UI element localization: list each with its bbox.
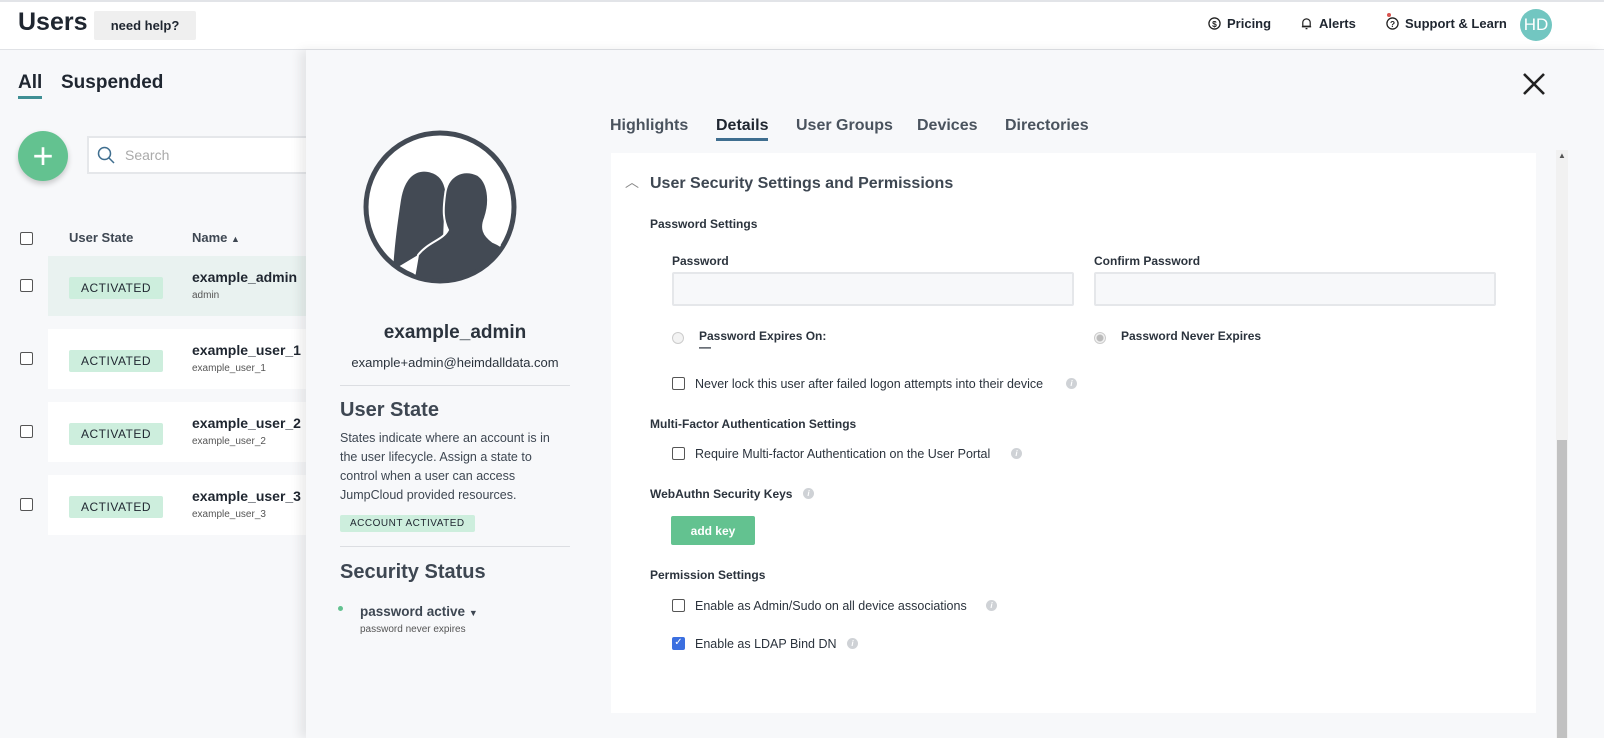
dollar-circle-icon: $ bbox=[1208, 17, 1221, 30]
tab-user-groups[interactable]: User Groups bbox=[796, 117, 893, 135]
password-settings-heading: Password Settings bbox=[650, 217, 758, 231]
info-icon[interactable]: i bbox=[986, 600, 997, 611]
password-never-expires-label: Password Never Expires bbox=[1121, 329, 1262, 343]
password-label: Password bbox=[672, 254, 729, 268]
caret-down-icon: ▼ bbox=[468, 608, 478, 618]
scroll-up-icon[interactable]: ▲ bbox=[1558, 151, 1566, 160]
tab-suspended[interactable]: Suspended bbox=[61, 72, 163, 94]
bell-icon bbox=[1301, 18, 1312, 30]
password-expires-radio[interactable] bbox=[672, 332, 684, 344]
add-key-button[interactable]: add key bbox=[671, 516, 755, 545]
close-icon[interactable] bbox=[1521, 71, 1547, 97]
profile-email: example+admin@heimdalldata.com bbox=[351, 355, 559, 370]
password-expires-value: — bbox=[699, 340, 711, 354]
divider bbox=[340, 546, 570, 547]
profile-name: example_admin bbox=[383, 322, 527, 343]
mfa-label: Require Multi-factor Authentication on t… bbox=[695, 447, 991, 461]
account-state-badge[interactable]: ACCOUNT ACTIVATED bbox=[340, 515, 475, 532]
nav-label: Support & Learn bbox=[1405, 16, 1507, 31]
user-name-cell: example_user_1 example_user_1 bbox=[192, 342, 301, 374]
chevron-up-icon[interactable]: ︿ bbox=[625, 172, 639, 192]
user-name-cell: example_adminadmin bbox=[192, 269, 297, 301]
sort-asc-icon: ▲ bbox=[231, 234, 240, 244]
admin-sudo-checkbox[interactable] bbox=[672, 599, 685, 612]
info-icon[interactable]: i bbox=[1011, 448, 1022, 459]
never-lock-label: Never lock this user after failed logon … bbox=[695, 377, 1044, 391]
user-name[interactable]: example_user_2 bbox=[192, 415, 301, 431]
user-name[interactable]: example_admin bbox=[192, 269, 297, 285]
svg-text:$: $ bbox=[1212, 19, 1217, 29]
permission-settings-heading: Permission Settings bbox=[650, 568, 766, 582]
details-card bbox=[611, 153, 1536, 713]
password-never-expires-radio[interactable] bbox=[1094, 332, 1106, 344]
user-name[interactable]: example_user_1 bbox=[192, 342, 301, 358]
status-dot bbox=[338, 606, 343, 611]
confirm-password-input[interactable] bbox=[1094, 272, 1496, 306]
question-circle-icon: ? bbox=[1386, 17, 1399, 30]
search-icon bbox=[97, 146, 115, 164]
password-status-sub: password never expires bbox=[360, 624, 466, 635]
webauthn-heading: WebAuthn Security Keys bbox=[650, 487, 793, 501]
add-user-button[interactable]: + bbox=[18, 131, 68, 181]
password-input[interactable] bbox=[672, 272, 1074, 306]
tab-directories[interactable]: Directories bbox=[1005, 117, 1089, 135]
user-username: admin bbox=[192, 290, 220, 301]
section-title[interactable]: User Security Settings and Permissions bbox=[650, 175, 953, 193]
scrollbar-thumb[interactable] bbox=[1557, 440, 1567, 738]
user-state-badge: ACTIVATED bbox=[69, 277, 164, 299]
user-state-description: States indicate where an account is in t… bbox=[340, 431, 550, 502]
svg-text:?: ? bbox=[1390, 19, 1395, 29]
tab-highlights[interactable]: Highlights bbox=[610, 117, 688, 135]
user-state-badge: ACTIVATED bbox=[69, 350, 164, 372]
column-user-state[interactable]: User State bbox=[69, 230, 133, 245]
password-expires-label: Password Expires On: bbox=[699, 329, 827, 343]
user-name-cell: example_user_3 example_user_3 bbox=[192, 488, 301, 520]
user-avatar-placeholder-icon bbox=[363, 130, 517, 284]
nav-pricing[interactable]: $ Pricing bbox=[1208, 16, 1271, 31]
tab-all[interactable]: All bbox=[18, 72, 43, 99]
user-avatar[interactable]: HD bbox=[1520, 9, 1552, 41]
user-name[interactable]: example_user_3 bbox=[192, 488, 301, 504]
nav-support[interactable]: ? Support & Learn bbox=[1386, 16, 1507, 31]
row-checkbox[interactable] bbox=[20, 279, 33, 292]
user-name-cell: example_user_2 example_user_2 bbox=[192, 415, 301, 447]
nav-alerts[interactable]: Alerts bbox=[1300, 16, 1356, 31]
column-label: Name bbox=[192, 230, 228, 245]
row-checkbox[interactable] bbox=[20, 352, 33, 365]
nav-label: Alerts bbox=[1319, 16, 1356, 31]
search-input[interactable]: Search bbox=[87, 136, 327, 174]
tab-details[interactable]: Details bbox=[716, 117, 769, 141]
ldap-bind-label: Enable as LDAP Bind DN bbox=[695, 637, 837, 651]
mfa-heading: Multi-Factor Authentication Settings bbox=[650, 417, 857, 431]
info-icon[interactable]: i bbox=[803, 488, 814, 499]
security-status-title: Security Status bbox=[340, 561, 486, 583]
user-state-badge: ACTIVATED bbox=[69, 423, 164, 445]
password-status-label: password active bbox=[360, 604, 466, 619]
password-status-dropdown[interactable]: password active ▼ bbox=[360, 604, 478, 619]
info-icon[interactable]: i bbox=[1066, 378, 1077, 389]
column-name[interactable]: Name ▲ bbox=[192, 230, 240, 245]
info-icon[interactable]: i bbox=[847, 638, 858, 649]
user-state-badge: ACTIVATED bbox=[69, 496, 164, 518]
never-lock-checkbox[interactable] bbox=[672, 377, 685, 390]
search-placeholder: Search bbox=[125, 147, 170, 163]
ldap-bind-checkbox[interactable]: ✓ bbox=[672, 637, 685, 650]
page-title: Users bbox=[18, 8, 88, 36]
admin-sudo-label: Enable as Admin/Sudo on all device assoc… bbox=[695, 599, 967, 613]
confirm-password-label: Confirm Password bbox=[1094, 254, 1201, 268]
user-state-title: User State bbox=[340, 399, 439, 421]
top-bar bbox=[0, 0, 1604, 50]
row-checkbox[interactable] bbox=[20, 498, 33, 511]
tab-devices[interactable]: Devices bbox=[917, 117, 978, 135]
divider bbox=[340, 385, 570, 386]
user-username: example_user_3 bbox=[192, 509, 266, 520]
mfa-checkbox[interactable] bbox=[672, 447, 685, 460]
select-all-checkbox[interactable] bbox=[20, 232, 33, 245]
nav-label: Pricing bbox=[1227, 16, 1272, 31]
need-help-button[interactable]: need help? bbox=[94, 11, 196, 40]
row-checkbox[interactable] bbox=[20, 425, 33, 438]
user-username: example_user_1 bbox=[192, 363, 266, 374]
user-username: example_user_2 bbox=[192, 436, 266, 447]
